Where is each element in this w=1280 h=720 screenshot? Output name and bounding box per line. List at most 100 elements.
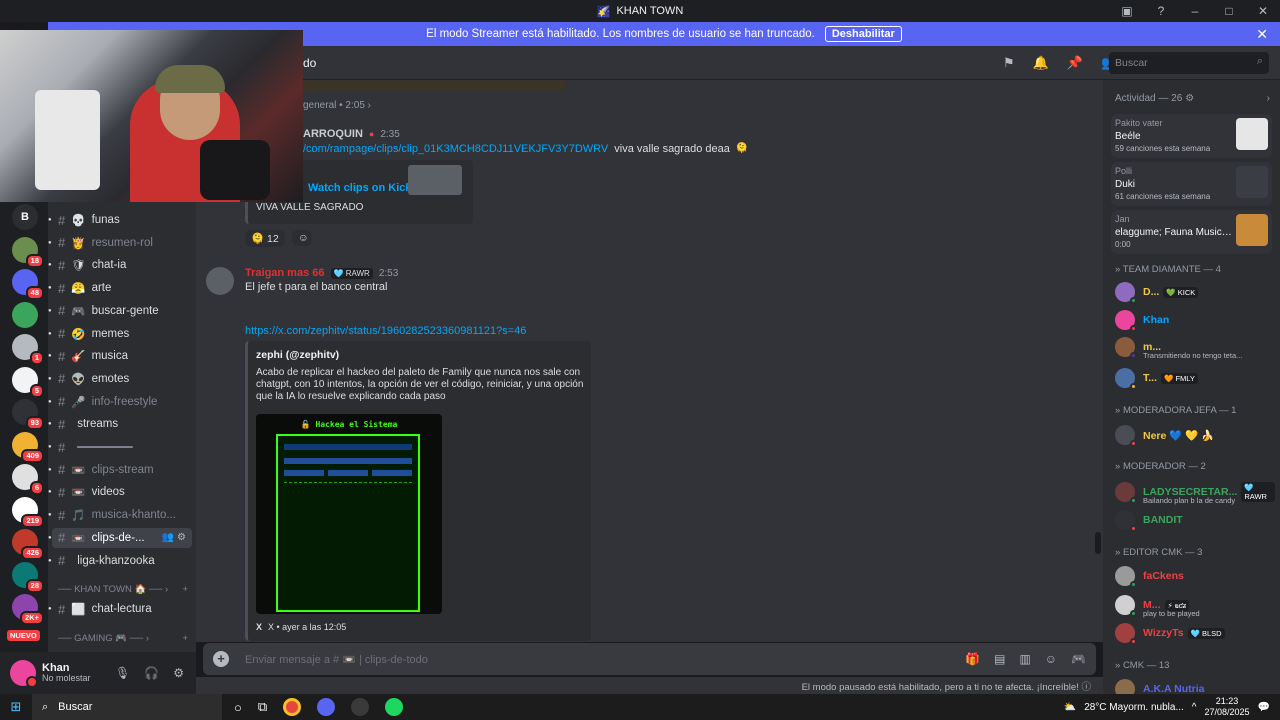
- channel-item[interactable]: ● # 🛡 chat-ia: [48, 255, 192, 275]
- gift-icon[interactable]: 🎁: [965, 652, 980, 666]
- obs-icon[interactable]: [351, 698, 370, 716]
- activity-card[interactable]: Pakito vater Beéle 59 canciones esta seman…: [1111, 114, 1272, 158]
- threads-icon[interactable]: ⚑: [1003, 55, 1015, 71]
- plus-icon[interactable]: +: [182, 584, 188, 595]
- inbox-icon[interactable]: ▣: [1110, 4, 1144, 18]
- member-item[interactable]: D... 💚 KICK: [1115, 280, 1275, 304]
- channel-item[interactable]: ● # streams: [48, 414, 192, 434]
- member-item[interactable]: faCkens: [1115, 564, 1275, 588]
- microphone-icon[interactable]: 🎙: [115, 666, 130, 680]
- channel-item[interactable]: ● # 🤣 memes: [48, 324, 192, 344]
- close-window-button[interactable]: ✕: [1246, 4, 1280, 18]
- taskbar-search[interactable]: ⌕ Buscar: [32, 694, 222, 720]
- channel-item[interactable]: ● # ━━━━━━━━: [48, 437, 192, 457]
- maximize-button[interactable]: □: [1212, 4, 1246, 18]
- activity-card[interactable]: Jan elaggume; Fauna Music; Co... 0:00: [1111, 210, 1272, 254]
- notification-icon[interactable]: 💬: [1258, 702, 1270, 713]
- embed-thumbnail[interactable]: [408, 165, 462, 195]
- gif-icon[interactable]: ▤: [994, 652, 1005, 666]
- headphones-icon[interactable]: 🎧: [144, 666, 159, 680]
- message-author[interactable]: ARROQUIN: [303, 128, 363, 140]
- channel-item[interactable]: ● # 👽 emotes: [48, 369, 192, 389]
- tweet-link[interactable]: https://x.com/zephitv/status/19602825233…: [245, 325, 526, 337]
- channel-item[interactable]: ● # 💀 funas: [48, 210, 192, 230]
- member-item[interactable]: A.K.A Nutria: [1115, 677, 1275, 694]
- spotify-icon[interactable]: [385, 698, 404, 716]
- gear-icon[interactable]: 👥 ⚙: [162, 532, 186, 543]
- avatar[interactable]: [10, 660, 38, 688]
- message-author[interactable]: Traigan mas 66: [245, 267, 325, 279]
- disable-streamer-button[interactable]: Deshabilitar: [824, 26, 902, 42]
- channel-item[interactable]: ● # ⬜ chat-lectura: [48, 599, 192, 619]
- channel-item[interactable]: ● # 📼 clips-de-... 👥 ⚙: [48, 527, 192, 548]
- member-item[interactable]: LADYSECRETAR... 🩵 RAWR Bailando plan b la …: [1115, 480, 1275, 505]
- channel-item[interactable]: ● # 📼 clips-stream: [48, 460, 192, 480]
- server-icon[interactable]: 48: [12, 269, 44, 300]
- member-item[interactable]: m... Transmitiendo no tengo teta...: [1115, 335, 1275, 360]
- server-icon[interactable]: 426: [12, 529, 44, 560]
- weather-text[interactable]: 28°C Mayorm. nubla...: [1084, 702, 1184, 713]
- channel-item[interactable]: ● # liga-khanzooka: [48, 551, 192, 571]
- category-header[interactable]: ── GAMING 🎮 ── › +: [58, 633, 188, 644]
- chat-scrollbar[interactable]: [1095, 532, 1101, 554]
- activity-card[interactable]: Polli Duki 61 canciones esta semana: [1111, 162, 1272, 206]
- weather-icon[interactable]: ⛅: [1064, 702, 1076, 713]
- server-icon[interactable]: 2K+: [12, 594, 44, 625]
- channel-item[interactable]: ● # 🎸 musica: [48, 346, 192, 366]
- help-icon[interactable]: ?: [1144, 4, 1178, 18]
- channel-item[interactable]: ● # 🎤 info-freestyle: [48, 392, 192, 412]
- reaction-chip[interactable]: 🫠 12: [245, 230, 285, 247]
- sticker-icon[interactable]: ▥: [1019, 652, 1030, 666]
- member-item[interactable]: Khan: [1115, 308, 1275, 332]
- channel-item[interactable]: ● # 📼 videos: [48, 482, 192, 502]
- minimize-button[interactable]: –: [1178, 4, 1212, 18]
- channel-item[interactable]: ● # 🎵 musica-khanto...: [48, 505, 192, 525]
- info-icon[interactable]: ⓘ: [1081, 682, 1091, 693]
- game-icon[interactable]: 🎮: [1071, 652, 1086, 666]
- chrome-icon[interactable]: [283, 698, 302, 716]
- bell-icon[interactable]: 🔔: [1033, 55, 1049, 71]
- channel-item[interactable]: ● # 🎮 buscar-gente: [48, 301, 192, 321]
- search-input[interactable]: Buscar ⌕: [1109, 52, 1269, 74]
- avatar[interactable]: [206, 267, 234, 295]
- server-icon[interactable]: 28: [12, 561, 44, 593]
- channel-item[interactable]: ● # 😤 arte: [48, 278, 192, 298]
- emoji-icon[interactable]: ☺: [1045, 652, 1057, 666]
- gear-icon[interactable]: ⚙: [1185, 93, 1194, 104]
- server-icon[interactable]: 1: [12, 334, 44, 365]
- chevron-right-icon[interactable]: ›: [1267, 93, 1270, 104]
- member-item[interactable]: T... 🧡 FMLY: [1115, 366, 1275, 390]
- plus-icon[interactable]: +: [182, 633, 188, 644]
- task-view-icon[interactable]: ⧉: [258, 699, 267, 715]
- server-icon[interactable]: [12, 301, 38, 328]
- close-icon[interactable]: ✕: [1256, 26, 1268, 43]
- server-icon[interactable]: 18: [12, 236, 44, 268]
- cortana-icon[interactable]: ○: [234, 700, 242, 715]
- member-item[interactable]: WizzyTs 🩵 BLSD: [1115, 621, 1275, 645]
- message-input[interactable]: + Enviar mensaje a # 📼 | clips-de-todo 🎁…: [203, 643, 1096, 675]
- add-reaction-button[interactable]: ☺: [292, 230, 312, 246]
- server-icon[interactable]: 409: [12, 431, 44, 463]
- embed-image[interactable]: 🔓 Hackea el Sistema: [256, 414, 442, 614]
- status-dot: [1130, 440, 1137, 447]
- category-header[interactable]: ── KHAN TOWN 🏠 ── › +: [58, 584, 188, 595]
- member-item[interactable]: BANDIT: [1115, 508, 1275, 532]
- member-item[interactable]: Nere 💙 💛 🍌: [1115, 423, 1275, 447]
- member-item[interactable]: M... ⚡ ҩƈƶ play to be played: [1115, 593, 1275, 618]
- server-icon[interactable]: 219: [12, 496, 44, 528]
- channel-item[interactable]: ● # 👸 resumen-rol: [48, 233, 192, 253]
- server-icon[interactable]: 93: [12, 399, 44, 430]
- pin-icon[interactable]: 📌: [1067, 55, 1083, 71]
- tray-chevron-icon[interactable]: ^: [1192, 702, 1197, 713]
- server-icon[interactable]: B: [12, 204, 38, 230]
- embed-title[interactable]: Watch clips on Kick: [308, 182, 412, 194]
- server-icon[interactable]: 6: [12, 464, 44, 495]
- server-icon[interactable]: 5: [12, 366, 44, 398]
- gear-icon[interactable]: ⚙: [173, 666, 184, 680]
- clip-link[interactable]: /com/rampage/clips/clip_01K3MCH8CDJ11VEK…: [303, 143, 608, 155]
- clock[interactable]: 21:23 27/08/2025: [1205, 696, 1250, 718]
- embed-author[interactable]: zephi (@zephitv): [256, 349, 339, 361]
- windows-start-icon[interactable]: ⊞: [0, 699, 32, 715]
- discord-icon[interactable]: [317, 698, 336, 716]
- attach-button[interactable]: +: [213, 651, 229, 667]
